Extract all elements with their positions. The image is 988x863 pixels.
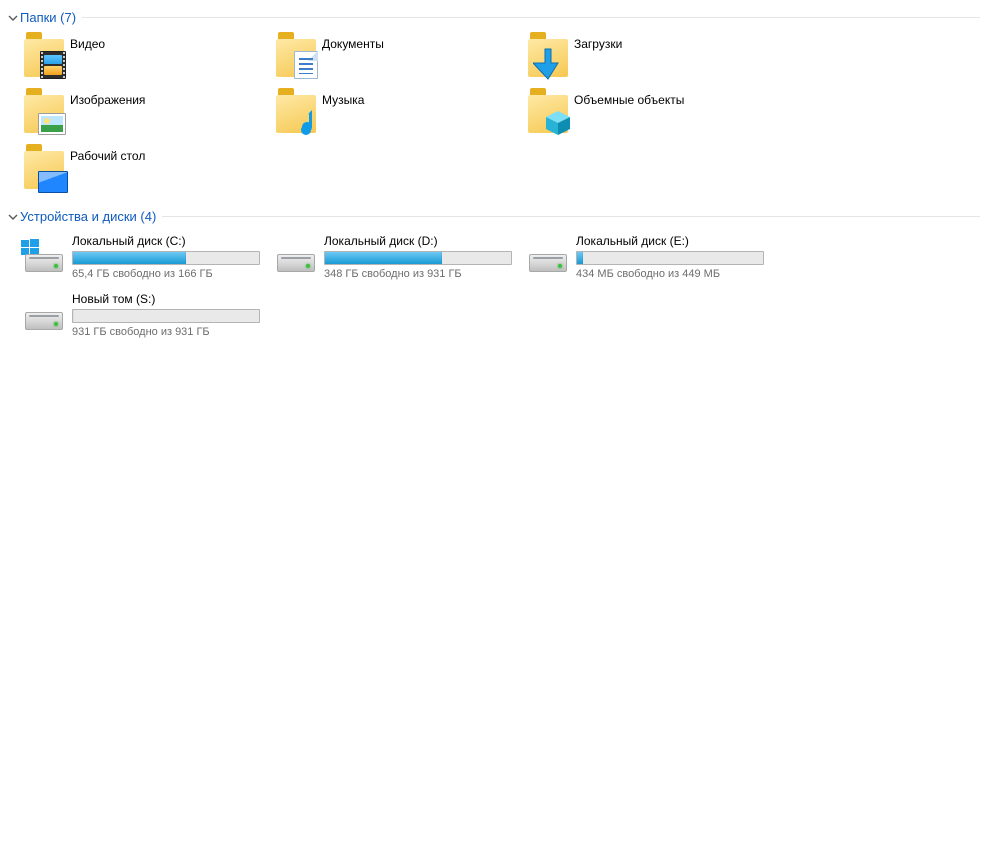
section-header-drives[interactable]: Устройства и диски (4) xyxy=(8,207,980,226)
drive-item-s[interactable]: Новый том (S:) 931 ГБ свободно из 931 ГБ xyxy=(22,290,274,348)
drive-usage-bar xyxy=(72,251,260,265)
section-rule xyxy=(82,17,980,18)
drive-icon xyxy=(274,234,318,278)
folder-label: Рабочий стол xyxy=(70,147,145,163)
drive-free-text: 434 МБ свободно из 449 МБ xyxy=(576,268,764,280)
folder-icon-downloads xyxy=(526,35,570,79)
folder-icon-3d-objects xyxy=(526,91,570,135)
folder-label: Музыка xyxy=(322,91,364,107)
folder-icon-videos xyxy=(22,35,66,79)
drive-name: Локальный диск (D:) xyxy=(324,234,512,248)
folder-label: Изображения xyxy=(70,91,145,107)
drive-usage-fill xyxy=(73,310,74,322)
drive-usage-bar xyxy=(72,309,260,323)
folder-item-documents[interactable]: Документы xyxy=(274,33,526,89)
drives-grid: Локальный диск (C:) 65,4 ГБ свободно из … xyxy=(8,226,980,354)
folders-grid: Видео Документы Загрузки Изображения xyxy=(8,27,980,207)
drive-body: Локальный диск (E:) 434 МБ свободно из 4… xyxy=(576,234,764,280)
drive-free-text: 348 ГБ свободно из 931 ГБ xyxy=(324,268,512,280)
drive-item-d[interactable]: Локальный диск (D:) 348 ГБ свободно из 9… xyxy=(274,232,526,290)
folder-label: Объемные объекты xyxy=(574,91,684,107)
folder-label: Документы xyxy=(322,35,384,51)
drive-usage-fill xyxy=(325,252,442,264)
drive-body: Локальный диск (D:) 348 ГБ свободно из 9… xyxy=(324,234,512,280)
chevron-down-icon xyxy=(8,13,18,23)
folder-icon-desktop xyxy=(22,147,66,191)
folder-icon-pictures xyxy=(22,91,66,135)
drive-usage-bar xyxy=(324,251,512,265)
drive-icon xyxy=(526,234,570,278)
folder-item-3d-objects[interactable]: Объемные объекты xyxy=(526,89,778,145)
folder-item-music[interactable]: Музыка xyxy=(274,89,526,145)
folder-item-pictures[interactable]: Изображения xyxy=(22,89,274,145)
drive-usage-bar xyxy=(576,251,764,265)
drive-free-text: 65,4 ГБ свободно из 166 ГБ xyxy=(72,268,260,280)
folder-item-videos[interactable]: Видео xyxy=(22,33,274,89)
section-header-folders[interactable]: Папки (7) xyxy=(8,8,980,27)
drive-body: Локальный диск (C:) 65,4 ГБ свободно из … xyxy=(72,234,260,280)
section-rule xyxy=(162,216,980,217)
drive-name: Локальный диск (E:) xyxy=(576,234,764,248)
drive-usage-fill xyxy=(577,252,583,264)
folder-icon-music xyxy=(274,91,318,135)
folder-label: Загрузки xyxy=(574,35,622,51)
folder-label: Видео xyxy=(70,35,105,51)
drive-item-e[interactable]: Локальный диск (E:) 434 МБ свободно из 4… xyxy=(526,232,778,290)
folder-item-desktop[interactable]: Рабочий стол xyxy=(22,145,274,201)
drive-body: Новый том (S:) 931 ГБ свободно из 931 ГБ xyxy=(72,292,260,338)
section-title-drives: Устройства и диски (4) xyxy=(20,209,156,224)
section-title-folders: Папки (7) xyxy=(20,10,76,25)
drive-name: Локальный диск (C:) xyxy=(72,234,260,248)
drive-icon xyxy=(22,292,66,336)
folder-icon-documents xyxy=(274,35,318,79)
drive-item-c[interactable]: Локальный диск (C:) 65,4 ГБ свободно из … xyxy=(22,232,274,290)
drive-icon xyxy=(22,234,66,278)
drive-free-text: 931 ГБ свободно из 931 ГБ xyxy=(72,326,260,338)
chevron-down-icon xyxy=(8,212,18,222)
drive-name: Новый том (S:) xyxy=(72,292,260,306)
drive-usage-fill xyxy=(73,252,186,264)
folder-item-downloads[interactable]: Загрузки xyxy=(526,33,778,89)
